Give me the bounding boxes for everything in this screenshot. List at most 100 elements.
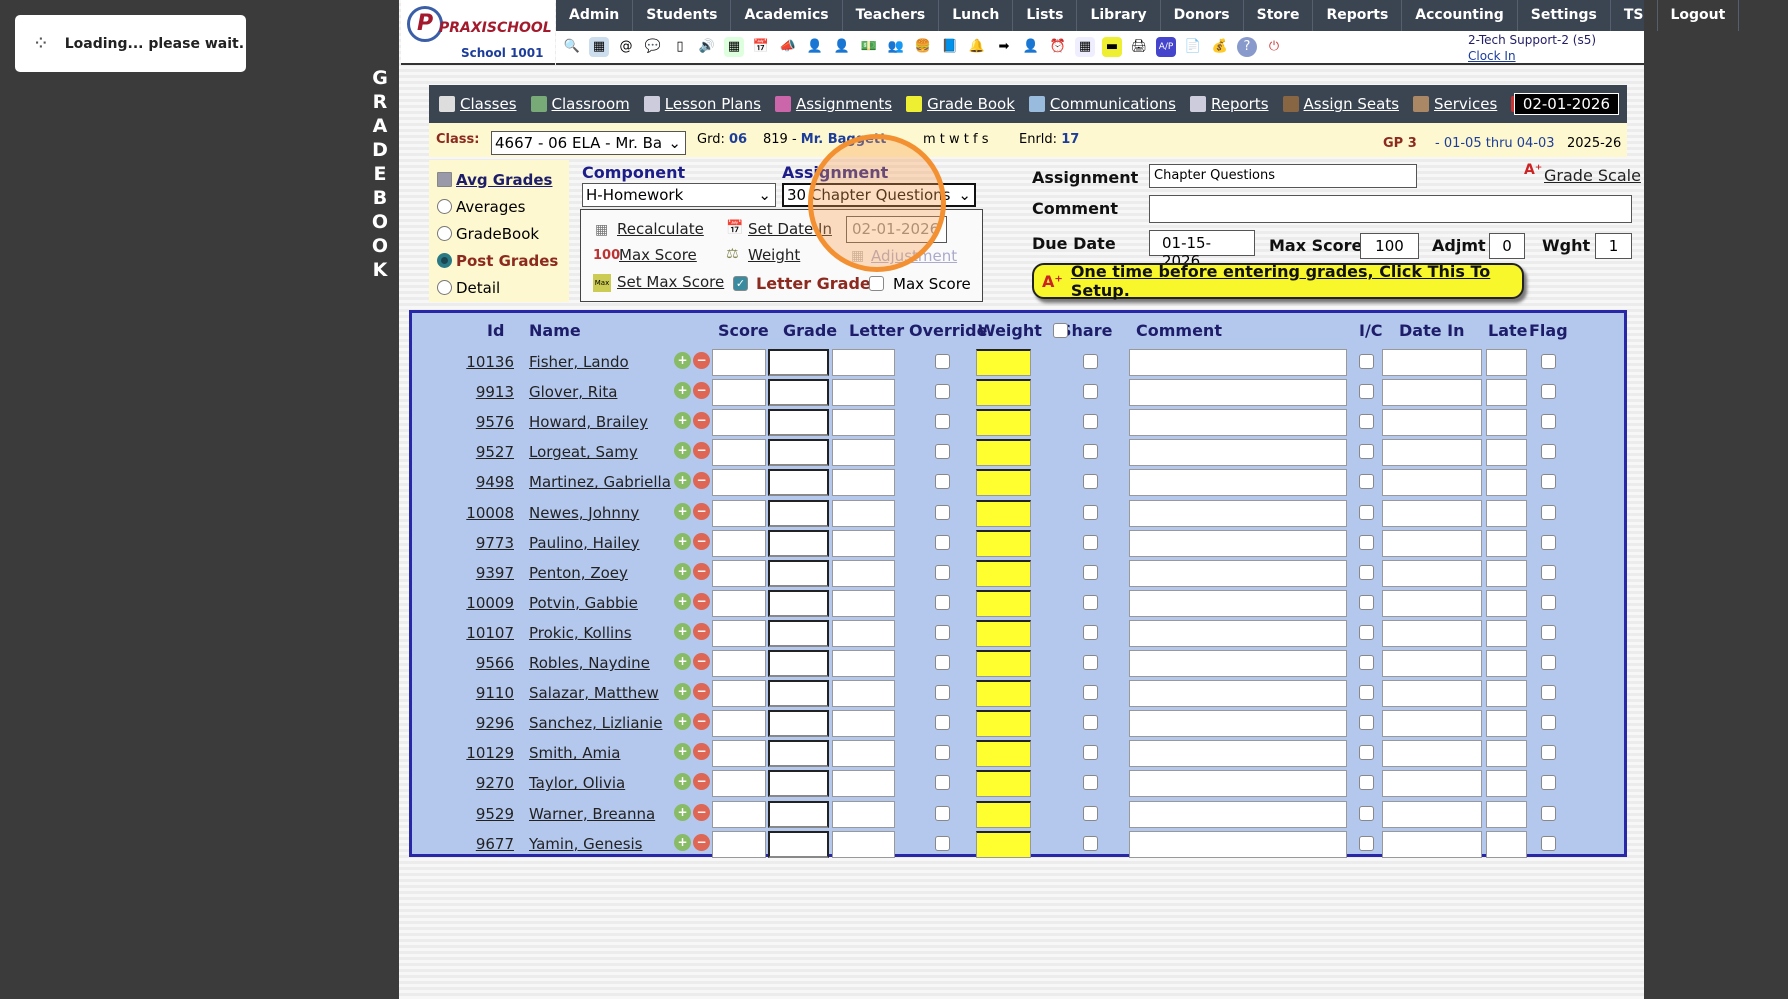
student-id-link[interactable]: 9270 (476, 774, 514, 792)
minus-icon[interactable]: − (693, 743, 710, 761)
ap-icon[interactable]: A/P (1156, 37, 1176, 57)
override-checkbox[interactable] (935, 805, 950, 821)
share-all-checkbox[interactable] (1053, 323, 1068, 338)
student-name-link[interactable]: Sanchez, Lizlianie (529, 714, 662, 732)
weight-input[interactable] (976, 680, 1031, 708)
chat-icon[interactable]: 💬 (643, 37, 663, 57)
flag-checkbox[interactable] (1541, 685, 1556, 701)
student-name-link[interactable]: Smith, Amia (529, 744, 620, 762)
override-checkbox[interactable] (935, 354, 950, 369)
student-name-link[interactable]: Penton, Zoey (529, 564, 628, 582)
late-input[interactable] (1486, 710, 1527, 738)
comment-input[interactable] (1129, 680, 1347, 708)
nav-classroom[interactable]: Classroom (530, 95, 630, 113)
late-input[interactable] (1486, 559, 1527, 587)
letter-input[interactable] (832, 710, 895, 738)
date-in-input[interactable] (1382, 710, 1482, 738)
ic-checkbox[interactable] (1359, 504, 1374, 520)
student-name-link[interactable]: Warner, Breanna (529, 805, 655, 823)
comment-input[interactable] (1129, 650, 1347, 677)
minus-icon[interactable]: − (693, 382, 710, 400)
plus-icon[interactable]: + (674, 833, 691, 851)
student-id-link[interactable]: 10008 (466, 504, 514, 522)
grade-input[interactable] (768, 559, 829, 587)
student-id-link[interactable]: 10009 (466, 594, 514, 612)
weight-input[interactable] (976, 589, 1031, 617)
users-icon[interactable]: 👥 (886, 37, 906, 57)
letter-input[interactable] (832, 770, 895, 798)
minus-icon[interactable]: − (693, 622, 710, 640)
student-id-link[interactable]: 9677 (476, 835, 514, 853)
plus-icon[interactable]: + (674, 472, 691, 490)
share-checkbox[interactable] (1083, 835, 1098, 851)
score-input[interactable] (712, 469, 766, 497)
minus-icon[interactable]: − (693, 773, 710, 791)
comment-input[interactable] (1129, 379, 1347, 407)
weight-input[interactable] (976, 740, 1031, 768)
date-in-input[interactable] (1382, 589, 1482, 617)
comment-input[interactable] (1129, 499, 1347, 527)
student-name-link[interactable]: Lorgeat, Samy (529, 443, 638, 461)
late-input[interactable] (1486, 680, 1527, 708)
comment-input[interactable] (1129, 619, 1347, 647)
share-checkbox[interactable] (1083, 354, 1098, 369)
menu-lunch[interactable]: Lunch (939, 0, 1014, 31)
ic-checkbox[interactable] (1359, 354, 1374, 369)
flag-checkbox[interactable] (1541, 805, 1556, 821)
date-in-input[interactable] (1382, 770, 1482, 798)
menu-donors[interactable]: Donors (1161, 0, 1244, 31)
cash-icon[interactable]: 💰 (1210, 37, 1230, 57)
grade-input[interactable] (768, 830, 829, 858)
plus-icon[interactable]: + (674, 352, 691, 369)
max-score-input[interactable]: 100 (1360, 233, 1419, 259)
adjustment-input[interactable]: 0 (1489, 233, 1525, 259)
score-input[interactable] (712, 529, 766, 557)
student-id-link[interactable]: 9527 (476, 443, 514, 461)
student-id-link[interactable]: 9110 (476, 684, 514, 702)
override-checkbox[interactable] (935, 444, 950, 460)
override-checkbox[interactable] (935, 504, 950, 520)
override-checkbox[interactable] (935, 745, 950, 761)
weight-link[interactable]: Weight (748, 246, 800, 264)
radio-detail[interactable]: Detail (429, 274, 569, 301)
flag-checkbox[interactable] (1541, 715, 1556, 731)
share-checkbox[interactable] (1083, 384, 1098, 400)
grade-input[interactable] (768, 439, 829, 467)
flag-checkbox[interactable] (1541, 474, 1556, 490)
plus-icon[interactable]: + (674, 773, 691, 791)
grade-input[interactable] (768, 770, 829, 798)
printer-icon[interactable]: 🖨 (1129, 37, 1149, 57)
student-name-link[interactable]: Yamin, Genesis (529, 835, 643, 853)
student-id-link[interactable]: 9498 (476, 473, 514, 491)
plus-icon[interactable]: + (674, 713, 691, 731)
pdf-icon[interactable]: 📄 (1183, 37, 1203, 57)
student-id-link[interactable]: 9397 (476, 564, 514, 582)
weight-input[interactable] (976, 379, 1031, 407)
ic-checkbox[interactable] (1359, 685, 1374, 701)
minus-icon[interactable]: − (693, 683, 710, 701)
flag-checkbox[interactable] (1541, 835, 1556, 851)
flag-checkbox[interactable] (1541, 414, 1556, 430)
ic-checkbox[interactable] (1359, 835, 1374, 851)
flag-checkbox[interactable] (1541, 504, 1556, 520)
share-checkbox[interactable] (1083, 715, 1098, 731)
ic-checkbox[interactable] (1359, 775, 1374, 791)
date-in-input[interactable] (1382, 559, 1482, 587)
weight-input[interactable] (976, 529, 1031, 557)
late-input[interactable] (1486, 800, 1527, 828)
student-name-link[interactable]: Newes, Johnny (529, 504, 639, 522)
student-name-link[interactable]: Salazar, Matthew (529, 684, 659, 702)
weight-input[interactable]: 1 (1595, 233, 1632, 259)
student-name-link[interactable]: Paulino, Hailey (529, 534, 640, 552)
menu-academics[interactable]: Academics (731, 0, 843, 31)
weight-input[interactable] (976, 650, 1031, 677)
override-checkbox[interactable] (935, 414, 950, 430)
late-input[interactable] (1486, 349, 1527, 376)
radio-post-grades[interactable]: Post Grades (429, 247, 569, 274)
date-in-input[interactable] (1382, 439, 1482, 467)
score-input[interactable] (712, 800, 766, 828)
plus-icon[interactable]: + (674, 622, 691, 640)
letter-input[interactable] (832, 740, 895, 768)
calendar-icon[interactable]: 📅 (751, 37, 771, 57)
student-name-link[interactable]: Glover, Rita (529, 383, 617, 401)
